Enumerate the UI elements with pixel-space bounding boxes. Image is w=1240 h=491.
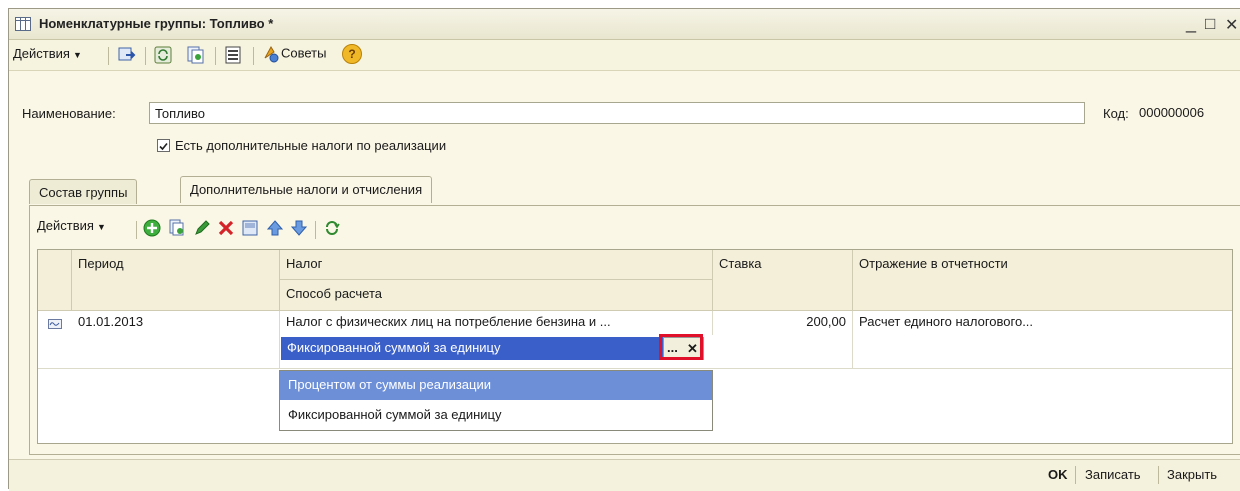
toolbar-separator xyxy=(215,47,216,65)
document-window: Номенклатурные группы: Топливо * _ □ ✕ Д… xyxy=(8,8,1240,491)
maximize-button[interactable]: □ xyxy=(1205,14,1215,34)
save-button[interactable]: Записать xyxy=(1085,467,1141,482)
minimize-button[interactable]: _ xyxy=(1186,13,1196,34)
actions-menu-label: Действия xyxy=(13,46,70,61)
tab-additional-taxes[interactable]: Дополнительные налоги и отчисления xyxy=(180,176,433,203)
toolbar-separator xyxy=(136,221,137,239)
chevron-down-icon: ▼ xyxy=(96,222,106,232)
column-header-tax[interactable]: Налог xyxy=(280,250,713,280)
window-title: Номенклатурные группы: Топливо * xyxy=(39,16,274,31)
help-icon[interactable]: ? xyxy=(342,44,362,64)
toolbar-separator xyxy=(315,221,316,239)
extra-taxes-checkbox[interactable] xyxy=(157,139,170,152)
name-field[interactable]: Топливо xyxy=(149,102,1085,124)
cell-report[interactable]: Расчет единого налогового... xyxy=(853,311,1232,368)
tips-button[interactable]: Советы xyxy=(261,44,326,64)
highlight-annotation-box xyxy=(659,334,703,360)
method-edit-field[interactable]: Фиксированной суммой за единицу xyxy=(281,337,663,360)
copy-document-icon[interactable] xyxy=(185,45,205,65)
ok-button[interactable]: OK xyxy=(1048,467,1068,482)
move-up-icon[interactable] xyxy=(265,218,285,238)
write-and-close-icon[interactable] xyxy=(117,45,137,65)
toolbar-separator xyxy=(108,47,109,65)
refresh-icon[interactable] xyxy=(322,218,342,238)
tips-icon xyxy=(264,45,279,63)
tips-label: Советы xyxy=(281,45,327,61)
cell-tax[interactable]: Налог с физических лиц на потребление бе… xyxy=(280,311,713,335)
name-label: Наименование: xyxy=(22,106,116,121)
table-actions-label: Действия xyxy=(37,218,94,233)
extra-taxes-checkbox-label[interactable]: Есть дополнительные налоги по реализации xyxy=(175,138,446,153)
copy-row-icon[interactable] xyxy=(167,218,187,238)
code-label: Код: xyxy=(1103,106,1129,121)
tab-group-composition[interactable]: Состав группы xyxy=(29,179,138,204)
toolbar-separator xyxy=(253,47,254,65)
row-marker-icon xyxy=(48,319,62,329)
footer-separator xyxy=(1075,466,1076,484)
title-bar: Номенклатурные группы: Топливо * _ □ ✕ xyxy=(9,9,1240,40)
form-footer: OK Записать Закрыть xyxy=(9,459,1240,491)
close-button[interactable]: ✕ xyxy=(1225,15,1238,35)
end-edit-icon[interactable] xyxy=(240,218,260,238)
table-actions-menu-button[interactable]: Действия ▼ xyxy=(37,218,106,233)
close-form-button[interactable]: Закрыть xyxy=(1167,467,1217,482)
add-row-icon[interactable] xyxy=(142,218,162,238)
main-toolbar: Действия ▼ Советы ? xyxy=(9,40,1240,71)
edit-icon[interactable] xyxy=(192,218,212,238)
move-down-icon[interactable] xyxy=(289,218,309,238)
method-dropdown-list: Процентом от суммы реализации Фиксирован… xyxy=(279,370,713,431)
cell-rate[interactable]: 200,00 xyxy=(713,311,853,368)
cell-period[interactable]: 01.01.2013 xyxy=(72,311,280,368)
list-view-icon[interactable] xyxy=(223,45,243,65)
checkmark-icon xyxy=(159,142,168,151)
dropdown-option[interactable]: Процентом от суммы реализации xyxy=(280,371,712,400)
table-icon xyxy=(15,17,31,31)
actions-menu-button[interactable]: Действия ▼ xyxy=(13,46,82,61)
column-header-report[interactable]: Отражение в отчетности xyxy=(853,250,1232,311)
column-header-period[interactable]: Период xyxy=(72,250,280,311)
code-field: 000000006 xyxy=(1139,105,1205,120)
refresh-icon[interactable] xyxy=(153,45,173,65)
column-header-rate[interactable]: Ставка xyxy=(713,250,853,311)
chevron-down-icon: ▼ xyxy=(72,50,82,60)
table-header-marker xyxy=(38,250,72,311)
footer-separator xyxy=(1158,466,1159,484)
toolbar-separator xyxy=(145,47,146,65)
column-header-method[interactable]: Способ расчета xyxy=(280,280,713,311)
dropdown-option[interactable]: Фиксированной суммой за единицу xyxy=(280,401,712,430)
delete-icon[interactable] xyxy=(216,218,236,238)
